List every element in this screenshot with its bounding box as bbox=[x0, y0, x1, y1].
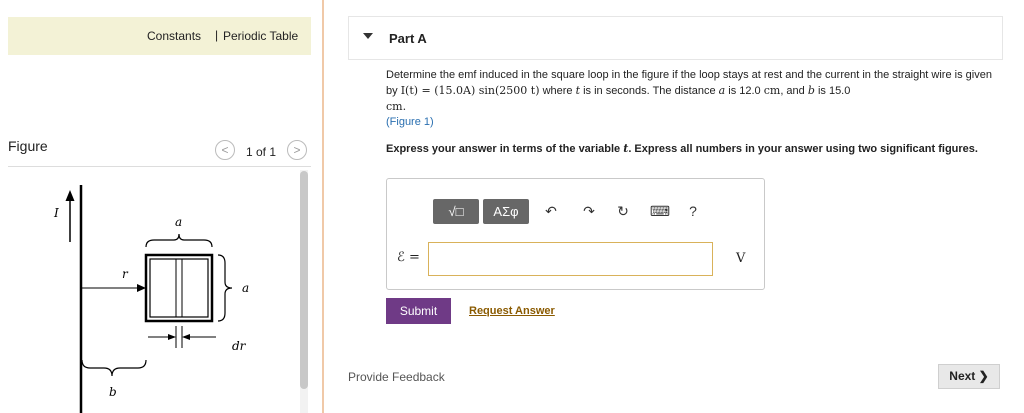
help-button[interactable]: ? bbox=[684, 200, 702, 222]
undo-icon[interactable]: ↶ bbox=[542, 200, 560, 222]
answer-unit: V bbox=[736, 251, 746, 266]
current-expression: I(t) = (15.0A) sin(2500 t) bbox=[400, 84, 540, 97]
provide-feedback-link[interactable]: Provide Feedback bbox=[348, 370, 445, 384]
figure-pager-text: 1 of 1 bbox=[246, 145, 277, 159]
next-button[interactable]: Next ❯ bbox=[938, 364, 1000, 389]
strip-label: dr bbox=[232, 339, 247, 353]
dr-arrowhead-left bbox=[168, 334, 176, 340]
loop-inner-edge bbox=[149, 258, 209, 318]
figure-divider bbox=[8, 166, 311, 167]
prev-figure-button[interactable]: < bbox=[215, 140, 235, 160]
top-width-label: a bbox=[175, 215, 182, 229]
next-figure-button[interactable]: > bbox=[287, 140, 307, 160]
symbols-button[interactable]: ΑΣφ bbox=[483, 199, 529, 224]
periodic-table-link[interactable]: Periodic Table bbox=[223, 29, 298, 43]
r-arrowhead bbox=[137, 284, 146, 292]
keyboard-icon[interactable]: ⌨ bbox=[649, 200, 671, 222]
figure-panel: Constants | Periodic Table Figure < 1 of… bbox=[0, 0, 322, 413]
top-brace bbox=[145, 233, 213, 248]
part-title: Part A bbox=[389, 31, 427, 46]
current-label: I bbox=[53, 206, 59, 220]
part-header[interactable]: Part A bbox=[348, 16, 1003, 60]
answer-instructions: Express your answer in terms of the vari… bbox=[386, 142, 978, 155]
distance-label: r bbox=[122, 267, 129, 281]
answer-input[interactable] bbox=[428, 242, 713, 276]
constants-bar: Constants | Periodic Table bbox=[8, 17, 311, 55]
collapse-caret-icon[interactable] bbox=[363, 33, 373, 39]
figure-scrollbar-thumb[interactable] bbox=[300, 171, 308, 389]
square-loop bbox=[144, 253, 214, 323]
bottom-brace bbox=[81, 359, 147, 377]
current-arrowhead bbox=[65, 190, 75, 201]
answer-box: √□ ΑΣφ ↶ ↷ ↻ ⌨ ? ℰ = V bbox=[386, 178, 765, 290]
figure-heading: Figure bbox=[8, 138, 48, 154]
figure-link[interactable]: (Figure 1) bbox=[386, 116, 434, 128]
templates-button[interactable]: √□ bbox=[433, 199, 479, 224]
redo-icon[interactable]: ↷ bbox=[580, 200, 598, 222]
side-height-label: a bbox=[242, 281, 249, 295]
submit-button[interactable]: Submit bbox=[386, 298, 451, 324]
question-panel: Part A Determine the emf induced in the … bbox=[324, 0, 1024, 413]
bottom-label: b bbox=[109, 385, 117, 399]
question-text: Determine the emf induced in the square … bbox=[386, 69, 992, 128]
reset-icon[interactable]: ↻ bbox=[614, 200, 632, 222]
loop-wire-figure: I a r a dr b bbox=[53, 185, 249, 413]
separator: | bbox=[215, 28, 219, 42]
request-answer-link[interactable]: Request Answer bbox=[469, 305, 555, 317]
right-brace bbox=[217, 254, 233, 322]
dr-arrowhead-right bbox=[182, 334, 190, 340]
constants-link[interactable]: Constants bbox=[147, 29, 201, 43]
emf-symbol: ℰ = bbox=[397, 250, 420, 265]
